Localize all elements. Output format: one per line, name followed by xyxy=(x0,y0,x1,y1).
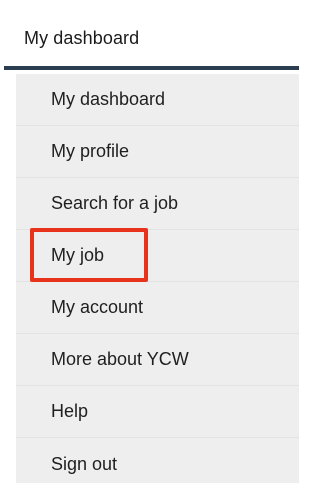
menu-item-sign-out[interactable]: Sign out xyxy=(16,438,299,483)
menu-item-my-profile[interactable]: My profile xyxy=(16,126,299,178)
dashboard-menu-screen: My dashboard My dashboard My profile Sea… xyxy=(0,0,299,483)
dashboard-header[interactable]: My dashboard xyxy=(4,10,299,70)
header-title: My dashboard xyxy=(24,27,140,48)
menu-item-more-about-ycw[interactable]: More about YCW xyxy=(16,334,299,386)
dashboard-menu: My dashboard My profile Search for a job… xyxy=(16,74,299,483)
menu-item-search-for-a-job[interactable]: Search for a job xyxy=(16,178,299,230)
menu-item-my-job[interactable]: My job xyxy=(16,230,299,282)
menu-item-my-account[interactable]: My account xyxy=(16,282,299,334)
menu-item-my-dashboard[interactable]: My dashboard xyxy=(16,74,299,126)
menu-item-help[interactable]: Help xyxy=(16,386,299,438)
